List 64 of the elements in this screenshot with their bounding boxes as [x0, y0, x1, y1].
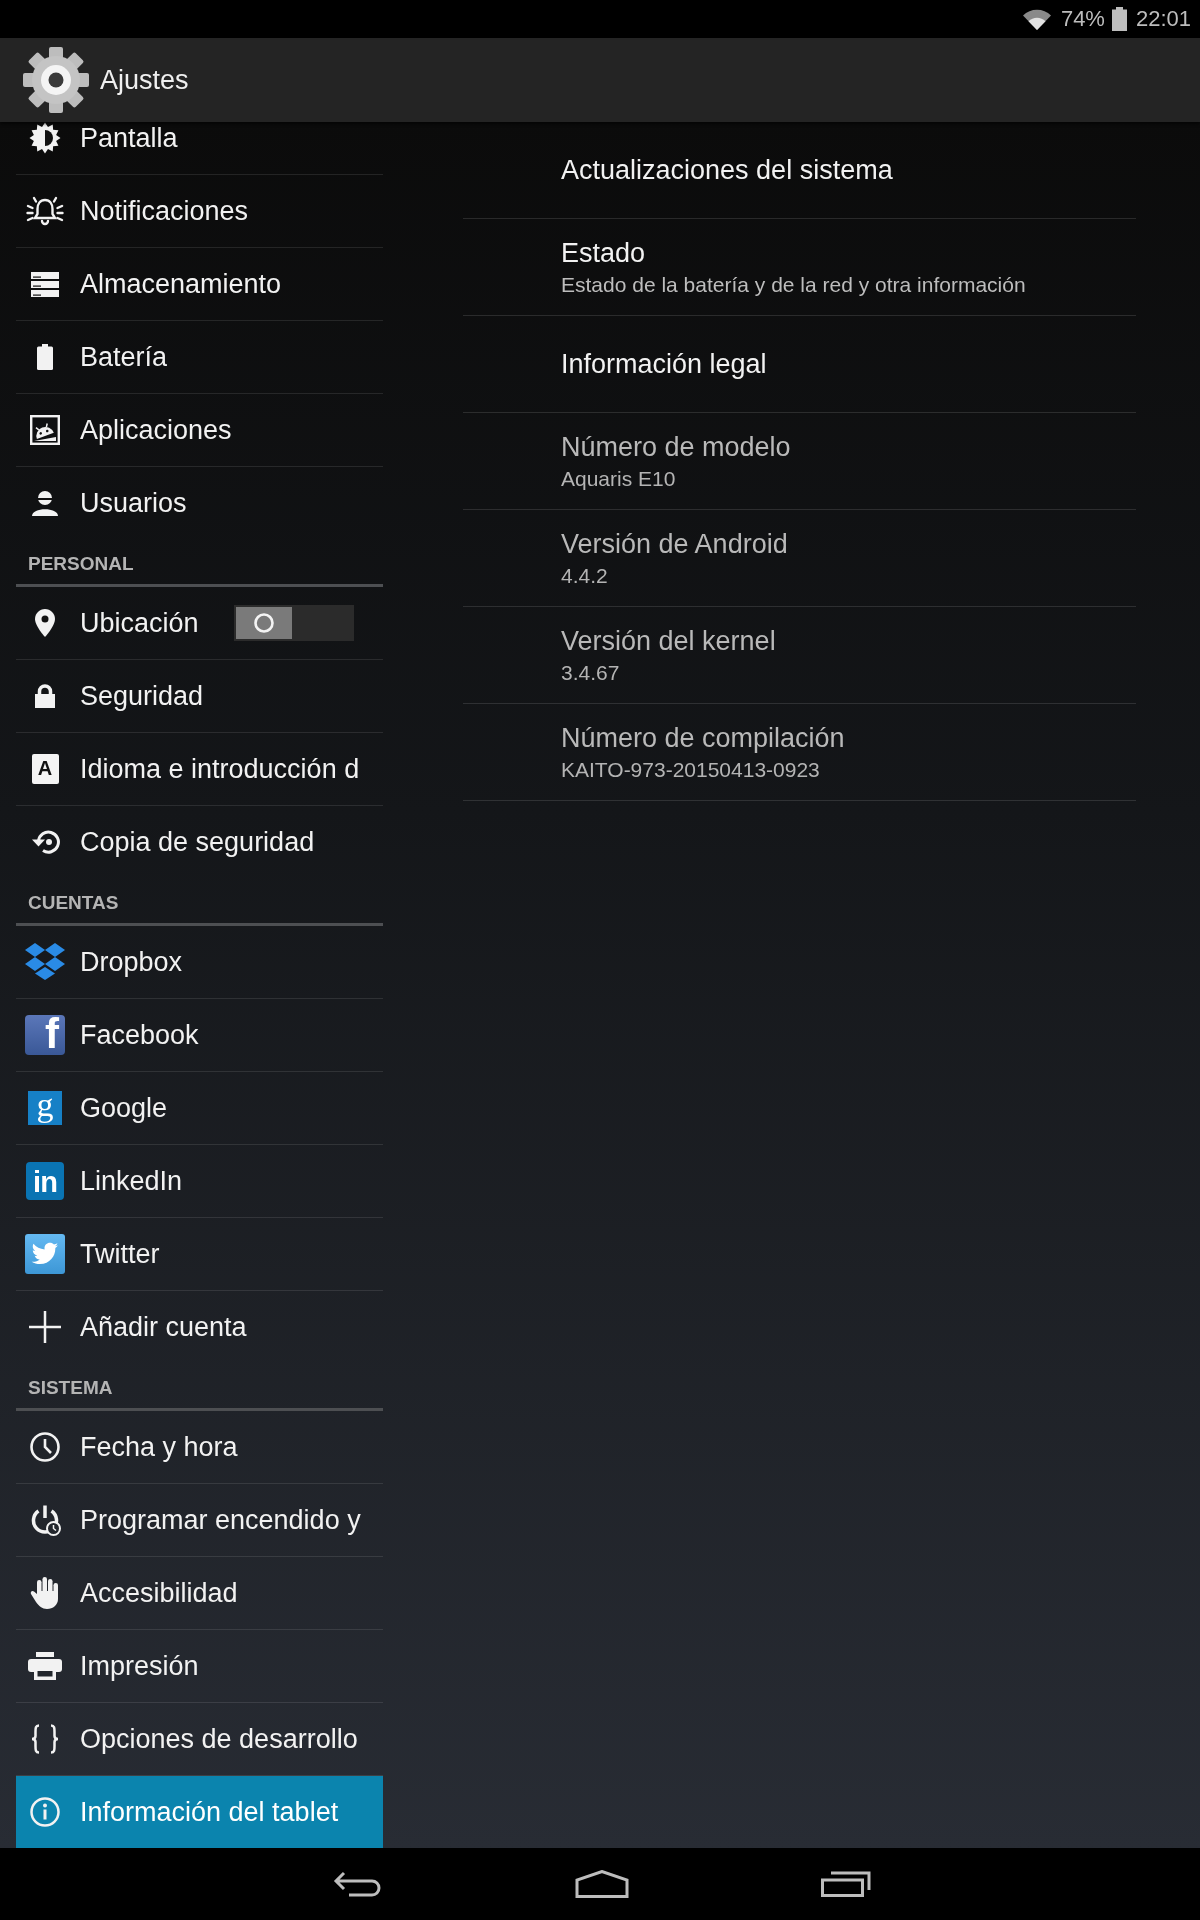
account-logo: f: [25, 1015, 65, 1055]
preference-item[interactable]: Estado Estado de la batería y de la red y otra información: [463, 219, 1136, 316]
sidebar-item[interactable]: Accesibilidad: [16, 1557, 383, 1630]
preference-item[interactable]: Actualizaciones del sistema: [463, 122, 1136, 219]
recents-icon[interactable]: [821, 1871, 871, 1897]
sidebar-item[interactable]: Batería: [16, 321, 383, 394]
apps-icon: [30, 415, 60, 445]
sidebar-item[interactable]: Programar encendido y: [16, 1484, 383, 1557]
back-icon[interactable]: [333, 1871, 383, 1897]
lock-icon: [35, 684, 55, 708]
settings-icon[interactable]: [23, 46, 89, 114]
plus-icon: [29, 1311, 61, 1343]
sidebar-item[interactable]: Añadir cuenta: [16, 1291, 383, 1364]
clock-icon: [30, 1432, 60, 1462]
preference-item: Número de compilación KAITO-973-20150413-0923: [463, 704, 1136, 801]
preference-item[interactable]: Información legal: [463, 316, 1136, 413]
clock-time: 22:01: [1135, 6, 1191, 32]
sidebar-item[interactable]: in LinkedIn: [16, 1145, 383, 1218]
brightness-icon: [29, 122, 61, 154]
sidebar-item[interactable]: Notificaciones: [16, 175, 383, 248]
braces-icon: [30, 1724, 60, 1754]
ring-icon: [254, 613, 274, 633]
language-logo: A: [31, 754, 59, 784]
power-clock-icon: [29, 1504, 61, 1536]
preference-item: Número de modelo Aquaris E10: [463, 413, 1136, 510]
user-icon: [32, 490, 58, 516]
sidebar-item[interactable]: Aplicaciones: [16, 394, 383, 467]
preference-item: Versión del kernel 3.4.67: [463, 607, 1136, 704]
sidebar-item[interactable]: Impresión: [16, 1630, 383, 1703]
sidebar-item[interactable]: g Google: [16, 1072, 383, 1145]
sidebar-item[interactable]: Twitter: [16, 1218, 383, 1291]
account-logo: in: [26, 1162, 64, 1200]
sidebar-item[interactable]: Pantalla: [16, 122, 383, 175]
battery-percent: 74%: [1060, 6, 1105, 32]
section-header: CUENTAS: [28, 891, 119, 914]
info-icon: [30, 1797, 60, 1827]
account-logo: g: [28, 1091, 62, 1125]
home-icon[interactable]: [575, 1870, 629, 1898]
sidebar-item[interactable]: Usuarios: [16, 467, 383, 540]
sidebar-item[interactable]: Almacenamiento: [16, 248, 383, 321]
bird-logo-icon: [25, 1234, 65, 1274]
section-header: PERSONAL: [28, 552, 134, 575]
sidebar-item[interactable]: Dropbox: [16, 926, 383, 999]
sidebar-item[interactable]: Información del tablet: [16, 1776, 383, 1848]
battery-icon: [37, 344, 53, 370]
bell-icon: [26, 196, 64, 226]
sidebar-item[interactable]: A Idioma e introducción d: [16, 733, 383, 806]
printer-icon: [28, 1652, 62, 1680]
preference-item: Versión de Android 4.4.2: [463, 510, 1136, 607]
diamonds-logo-icon: [25, 943, 65, 981]
sidebar-item[interactable]: Copia de seguridad: [16, 806, 383, 879]
wifi-icon: [1021, 8, 1052, 30]
location-pin-icon: [35, 609, 55, 637]
app-title: Ajustes: [100, 64, 189, 96]
sidebar-item[interactable]: f Facebook: [16, 999, 383, 1072]
restore-icon: [30, 829, 60, 855]
sidebar-item[interactable]: Ubicación: [16, 587, 383, 660]
storage-icon: [31, 271, 59, 297]
sidebar-item[interactable]: Fecha y hora: [16, 1411, 383, 1484]
battery-icon: [1111, 7, 1127, 31]
section-header: SISTEMA: [28, 1376, 113, 1399]
hand-icon: [30, 1577, 60, 1609]
toggle-switch[interactable]: [234, 605, 354, 641]
sidebar-item[interactable]: Seguridad: [16, 660, 383, 733]
